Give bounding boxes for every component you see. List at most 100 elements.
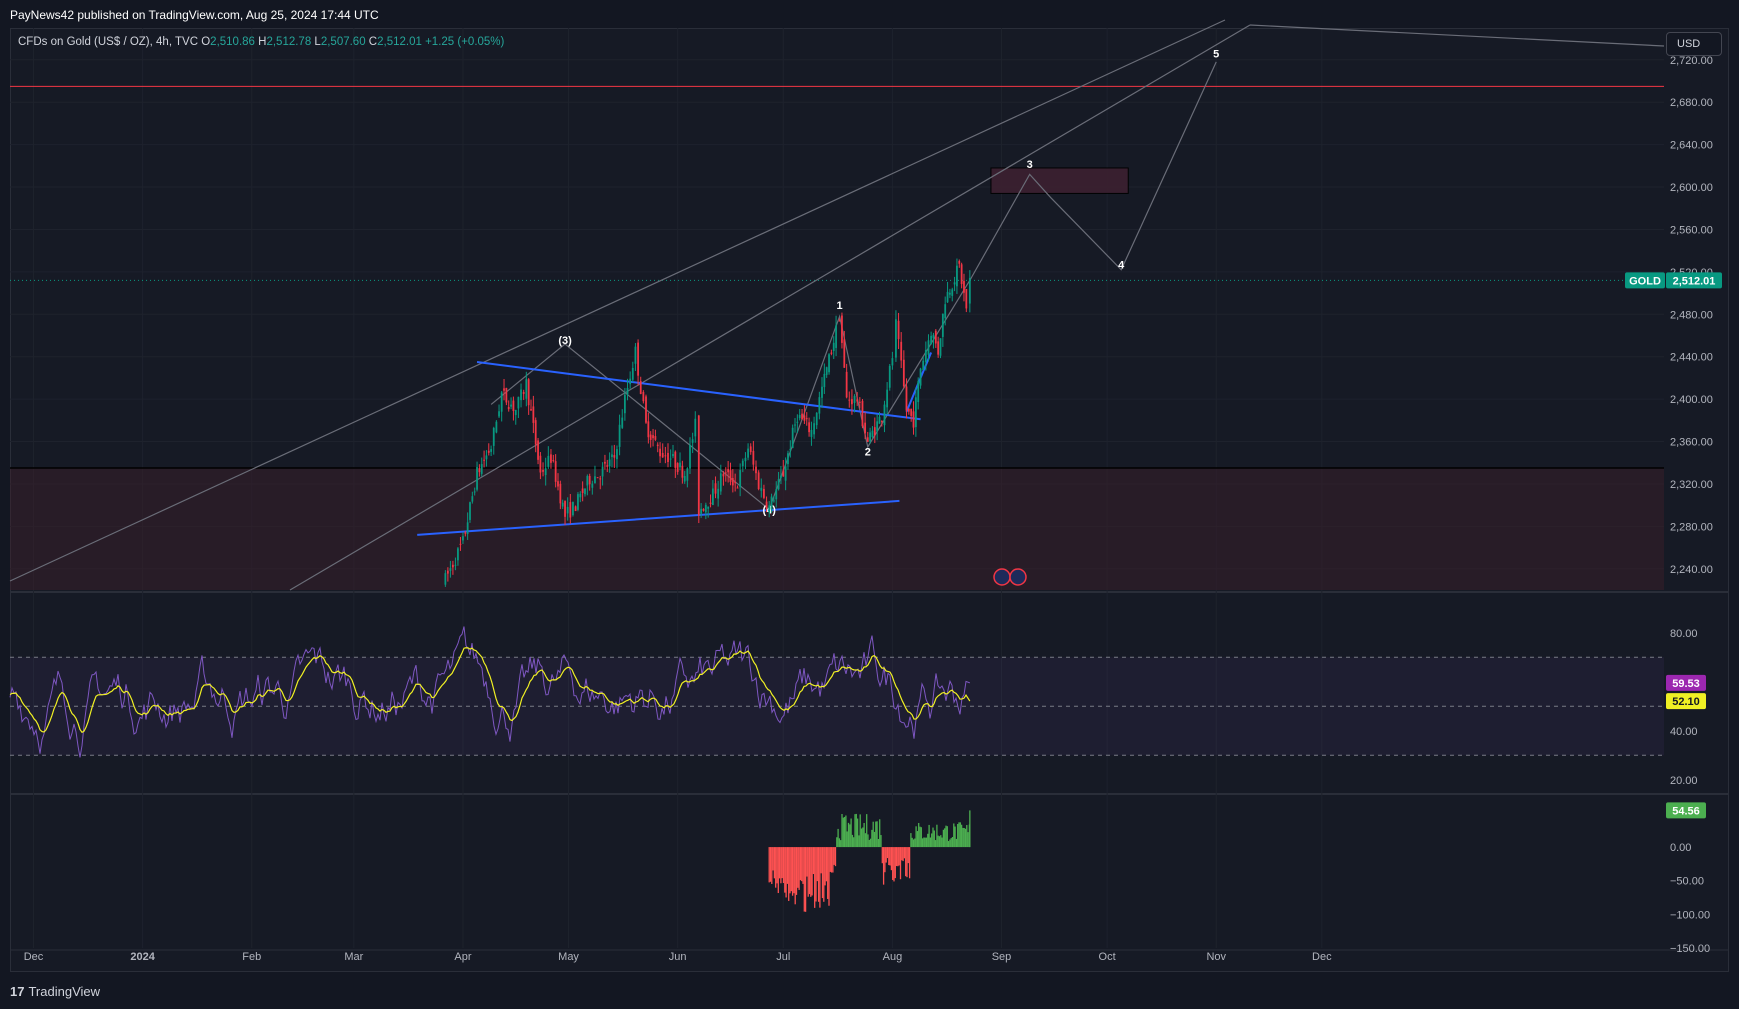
candle-body bbox=[700, 508, 703, 514]
candle-body bbox=[554, 461, 557, 482]
currency-button[interactable]: USD bbox=[1666, 32, 1722, 56]
candle-body bbox=[861, 400, 864, 427]
candle-body bbox=[912, 411, 915, 428]
candle-body bbox=[490, 449, 493, 452]
x-tick-label: Nov bbox=[1206, 951, 1226, 963]
y-tick-label: 2,600.00 bbox=[1670, 182, 1713, 194]
zones bbox=[10, 85, 1664, 590]
tradingview-logo[interactable]: 17 TradingView bbox=[10, 984, 100, 999]
candle-body bbox=[919, 368, 922, 386]
candle-body bbox=[480, 464, 483, 474]
y-tick-label: 2,440.00 bbox=[1670, 352, 1713, 364]
candle-body bbox=[752, 450, 755, 465]
y-tick-label: 2,560.00 bbox=[1670, 224, 1713, 236]
candle-body bbox=[953, 282, 956, 285]
rsi-tick-label: 80.00 bbox=[1670, 628, 1698, 640]
candle-body bbox=[858, 401, 861, 403]
candle-body bbox=[629, 378, 632, 385]
x-tick-label: Apr bbox=[454, 951, 471, 963]
candle-body bbox=[544, 468, 547, 476]
candle-body bbox=[734, 482, 737, 484]
candle-body bbox=[532, 406, 535, 423]
y-tick-label: 2,240.00 bbox=[1670, 564, 1713, 576]
osc-tick-label: −150.00 bbox=[1670, 943, 1710, 955]
y-tick-label: 2,400.00 bbox=[1670, 394, 1713, 406]
candle-body bbox=[604, 461, 606, 464]
candle-body bbox=[768, 505, 771, 513]
candle-body bbox=[825, 367, 828, 375]
gold-chart[interactable]: (3)(4)12345 2,720.002,680.002,640.002,60… bbox=[0, 0, 1739, 1009]
candle-body bbox=[586, 476, 589, 486]
candle-body bbox=[871, 430, 874, 437]
candle-body bbox=[539, 455, 542, 473]
candle-body bbox=[572, 501, 574, 516]
candle-body bbox=[719, 473, 722, 492]
candle-body bbox=[550, 454, 552, 463]
candle-body bbox=[910, 408, 913, 416]
x-tick-label: May bbox=[558, 951, 579, 963]
candle-body bbox=[588, 475, 591, 485]
candle-body bbox=[782, 470, 785, 477]
candle-body bbox=[856, 399, 859, 402]
candle-body bbox=[853, 395, 856, 403]
candle-body bbox=[566, 506, 569, 514]
candle-body bbox=[594, 476, 596, 484]
candle-body bbox=[618, 424, 621, 447]
candle-body bbox=[794, 424, 796, 426]
candle-body bbox=[697, 415, 700, 516]
candle-body bbox=[654, 436, 657, 440]
candle-body bbox=[789, 448, 792, 451]
open-value: 2,510.86 bbox=[210, 36, 255, 48]
candle-body bbox=[574, 506, 577, 511]
candle-body bbox=[843, 339, 846, 368]
candle-body bbox=[805, 418, 808, 420]
candle-body bbox=[659, 448, 661, 457]
candle-body bbox=[679, 462, 681, 468]
y-tick-label: 2,680.00 bbox=[1670, 97, 1713, 109]
candle-body bbox=[791, 427, 794, 449]
candle-body bbox=[749, 446, 752, 453]
x-tick-label: 2024 bbox=[130, 951, 155, 963]
y-tick-label: 2,320.00 bbox=[1670, 479, 1713, 491]
candle-body bbox=[801, 413, 803, 420]
close-label: C bbox=[368, 36, 378, 48]
candle-body bbox=[841, 315, 843, 343]
x-tick-label: Sep bbox=[992, 951, 1012, 963]
candle-body bbox=[948, 292, 951, 295]
candle-body bbox=[939, 338, 942, 356]
candle-body bbox=[530, 409, 532, 411]
candle-body bbox=[525, 379, 528, 399]
candle-body bbox=[835, 325, 837, 348]
support-zone bbox=[10, 468, 1664, 590]
candle-body bbox=[642, 391, 645, 402]
candle-body bbox=[522, 392, 525, 394]
oscillator-panel bbox=[768, 810, 971, 912]
candle-body bbox=[537, 440, 539, 460]
triangle-upper-line bbox=[476, 361, 921, 421]
candle-body bbox=[777, 479, 780, 490]
candle-body bbox=[444, 573, 447, 585]
x-tick-label: Dec bbox=[1312, 951, 1332, 963]
symbol-name[interactable]: CFDs on Gold (US$ / OZ), 4h, TVC bbox=[18, 36, 198, 48]
candle-body bbox=[649, 434, 652, 440]
candle-body bbox=[747, 448, 749, 458]
candle-body bbox=[741, 460, 744, 467]
wave-label: 1 bbox=[837, 300, 843, 312]
candle-body bbox=[866, 437, 869, 442]
osc-tag: 54.56 bbox=[1672, 805, 1700, 817]
candle-body bbox=[724, 472, 727, 474]
x-tick-label: Oct bbox=[1099, 951, 1116, 963]
candle-body bbox=[848, 399, 851, 401]
wave-label: 4 bbox=[1118, 260, 1125, 272]
candle-body bbox=[815, 412, 818, 426]
candle-body bbox=[454, 564, 457, 566]
candle-body bbox=[664, 455, 667, 457]
candle-body bbox=[498, 411, 500, 417]
candle-body bbox=[838, 320, 841, 322]
candle-body bbox=[637, 342, 639, 376]
candle-body bbox=[694, 418, 697, 437]
candle-body bbox=[552, 459, 555, 461]
candle-body bbox=[798, 415, 801, 419]
candle-body bbox=[510, 404, 512, 407]
candle-body bbox=[689, 444, 691, 469]
